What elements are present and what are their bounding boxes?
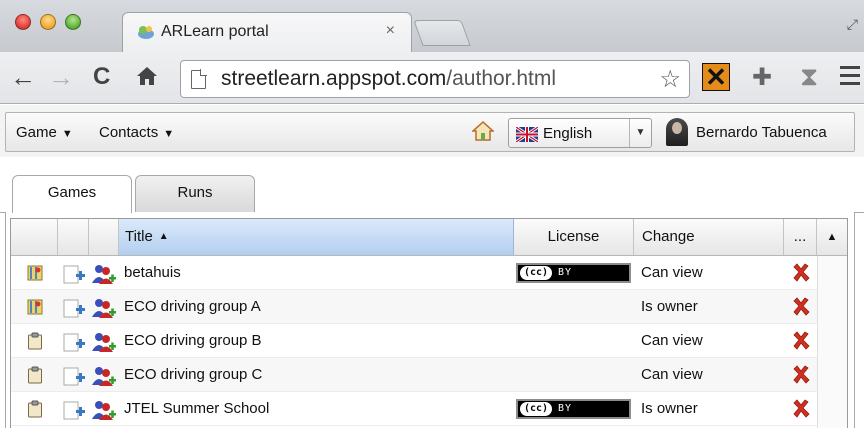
url-text[interactable]: streetlearn.appspot.com/author.html bbox=[221, 67, 556, 91]
game-title[interactable]: ECO driving group A bbox=[124, 298, 261, 315]
game-menu[interactable]: Game ▼ bbox=[16, 124, 73, 141]
avatar[interactable] bbox=[666, 118, 688, 146]
header-license[interactable]: License bbox=[514, 219, 634, 255]
clipboard-icon bbox=[28, 366, 42, 384]
add-to-run-icon[interactable] bbox=[61, 400, 87, 420]
game-menu-caret-icon: ▼ bbox=[61, 128, 73, 140]
map-icon bbox=[27, 299, 43, 315]
cc-by-license-badge: (cc) BY bbox=[516, 263, 631, 283]
table-row[interactable]: ECO driving group C Can view bbox=[11, 358, 817, 392]
delete-icon[interactable] bbox=[791, 399, 811, 419]
grid-header: Title ▲ License Change ... ▲ bbox=[11, 219, 847, 256]
tab-title: ARLearn portal bbox=[161, 23, 269, 40]
url-path: /author.html bbox=[446, 67, 557, 90]
bookmark-star-icon[interactable]: ☆ bbox=[659, 65, 681, 94]
permission-text: Is owner bbox=[641, 298, 698, 315]
extension-x-icon[interactable]: ✕ bbox=[702, 63, 730, 91]
table-row[interactable]: JTEL Summer School (cc) BY Is owner bbox=[11, 392, 817, 426]
clipboard-icon bbox=[28, 332, 42, 350]
share-users-icon[interactable] bbox=[91, 263, 117, 285]
user-name[interactable]: Bernardo Tabuenca bbox=[696, 124, 827, 141]
game-menu-label: Game bbox=[16, 124, 57, 141]
puzzle-icon[interactable]: ✚ bbox=[752, 63, 772, 92]
delete-icon[interactable] bbox=[791, 297, 811, 317]
add-to-run-icon[interactable] bbox=[61, 298, 87, 318]
header-share-column bbox=[89, 219, 119, 255]
add-to-run-icon[interactable] bbox=[61, 332, 87, 352]
language-label: English bbox=[543, 125, 593, 142]
game-title[interactable]: JTEL Summer School bbox=[124, 400, 269, 417]
scrollbar[interactable] bbox=[817, 256, 847, 428]
share-users-icon[interactable] bbox=[91, 365, 117, 387]
chevron-down-icon[interactable]: ▼ bbox=[629, 119, 651, 147]
game-title[interactable]: betahuis bbox=[124, 264, 181, 281]
table-row[interactable]: betahuis (cc) BY Can view bbox=[11, 256, 817, 290]
by-label: BY bbox=[558, 267, 573, 278]
uk-flag-icon bbox=[516, 127, 538, 142]
permission-text: Is owner bbox=[641, 400, 698, 417]
header-title[interactable]: Title ▲ bbox=[119, 219, 514, 255]
contacts-menu-caret-icon: ▼ bbox=[163, 128, 175, 140]
new-tab-button[interactable] bbox=[413, 20, 471, 46]
window-minimize-button[interactable] bbox=[40, 14, 56, 30]
permission-text: Can view bbox=[641, 366, 703, 383]
app-menu-bar-inner: Game ▼ Contacts ▼ English ▼ Bernardo Tab… bbox=[5, 112, 855, 152]
game-title[interactable]: ECO driving group C bbox=[124, 366, 262, 383]
permission-text: Can view bbox=[641, 264, 703, 281]
browser-window: ARLearn portal × ⤢ ← → C streetlearn.app… bbox=[0, 0, 864, 428]
browser-toolbar: ← → C streetlearn.appspot.com/author.htm… bbox=[0, 52, 864, 104]
header-add-column bbox=[58, 219, 89, 255]
home-icon[interactable] bbox=[135, 64, 159, 88]
cc-by-license-badge: (cc) BY bbox=[516, 399, 631, 419]
address-bar[interactable]: streetlearn.appspot.com/author.html ☆ bbox=[180, 60, 690, 98]
game-title[interactable]: ECO driving group B bbox=[124, 332, 262, 349]
map-icon bbox=[27, 265, 43, 281]
url-host: streetlearn.appspot.com bbox=[221, 67, 447, 90]
main-content: Games Runs Title ▲ License Change ... ▲ b… bbox=[0, 157, 864, 428]
browser-tab-arlearn[interactable]: ARLearn portal × bbox=[122, 12, 412, 52]
delete-icon[interactable] bbox=[791, 365, 811, 385]
games-grid: Title ▲ License Change ... ▲ betahuis (cc)… bbox=[10, 218, 848, 428]
sort-ascending-icon: ▲ bbox=[158, 231, 169, 242]
by-label: BY bbox=[558, 403, 573, 414]
share-users-icon[interactable] bbox=[91, 399, 117, 421]
hourglass-icon[interactable]: ⧗ bbox=[800, 61, 818, 93]
header-more-button[interactable]: ... bbox=[784, 219, 817, 255]
tab-strip: ARLearn portal × ⤢ bbox=[0, 0, 864, 52]
app-menu-bar: Game ▼ Contacts ▼ English ▼ Bernardo Tab… bbox=[0, 105, 864, 157]
contacts-menu-label: Contacts bbox=[99, 124, 159, 141]
home-page-icon[interactable] bbox=[472, 120, 494, 142]
header-type-column bbox=[11, 219, 58, 255]
arlearn-favicon-icon bbox=[138, 26, 154, 39]
tab-close-icon[interactable]: × bbox=[386, 22, 395, 40]
delete-icon[interactable] bbox=[791, 331, 811, 351]
window-maximize-button[interactable] bbox=[65, 14, 81, 30]
table-row[interactable]: ECO driving group A Is owner bbox=[11, 290, 817, 324]
forward-arrow-icon[interactable]: → bbox=[48, 63, 74, 91]
delete-icon[interactable] bbox=[791, 263, 811, 283]
share-users-icon[interactable] bbox=[91, 331, 117, 353]
clipboard-icon bbox=[28, 400, 42, 418]
permission-text: Can view bbox=[641, 332, 703, 349]
window-close-button[interactable] bbox=[15, 14, 31, 30]
header-title-label: Title bbox=[125, 228, 153, 245]
share-users-icon[interactable] bbox=[91, 297, 117, 319]
cc-label: (cc) bbox=[520, 266, 552, 280]
add-to-run-icon[interactable] bbox=[61, 264, 87, 284]
scroll-up-icon[interactable]: ▲ bbox=[817, 219, 847, 255]
tab-games[interactable]: Games bbox=[12, 175, 132, 213]
language-select[interactable]: English ▼ bbox=[508, 118, 652, 148]
reload-icon[interactable]: C bbox=[93, 63, 110, 91]
contacts-menu[interactable]: Contacts ▼ bbox=[99, 124, 174, 141]
cc-label: (cc) bbox=[520, 402, 552, 416]
page-icon bbox=[191, 69, 207, 89]
fullscreen-icon[interactable]: ⤢ bbox=[847, 16, 858, 33]
table-row[interactable]: ECO driving group B Can view bbox=[11, 324, 817, 358]
menu-icon[interactable] bbox=[840, 66, 860, 90]
add-to-run-icon[interactable] bbox=[61, 366, 87, 386]
tab-runs[interactable]: Runs bbox=[135, 175, 255, 212]
header-change[interactable]: Change bbox=[634, 219, 784, 255]
back-arrow-icon[interactable]: ← bbox=[10, 63, 36, 91]
